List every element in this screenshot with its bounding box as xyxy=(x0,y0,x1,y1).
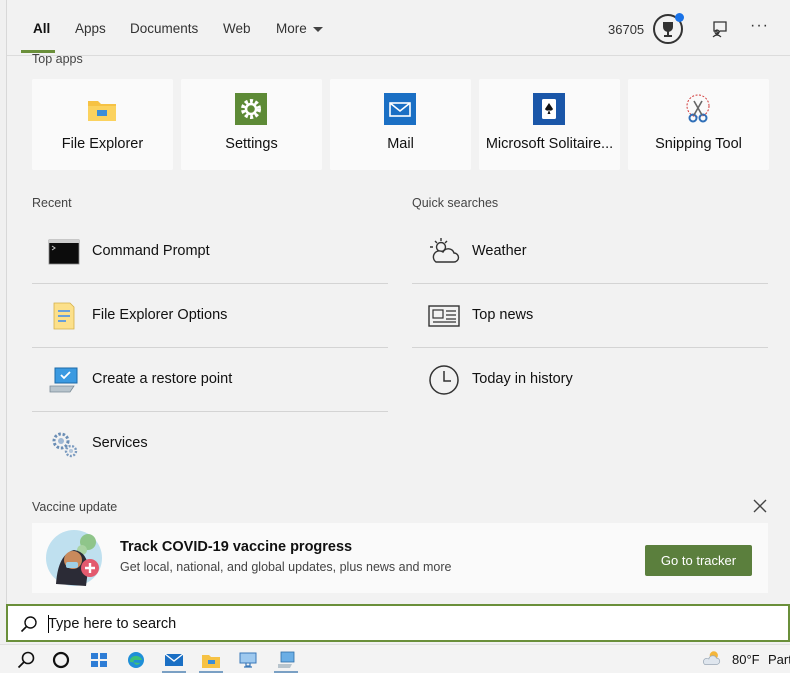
list-label: Weather xyxy=(472,243,527,259)
edge-icon[interactable] xyxy=(126,650,146,670)
quick-search-today-in-history[interactable]: Today in history xyxy=(412,348,768,412)
recent-item-services[interactable]: Services xyxy=(32,412,388,476)
vaccine-update-title: Vaccine update xyxy=(32,500,118,514)
task-view-icon[interactable] xyxy=(89,650,109,670)
list-label: Command Prompt xyxy=(92,243,210,259)
tab-all[interactable]: All xyxy=(33,21,50,36)
app-tile-solitaire[interactable]: Microsoft Solitaire... xyxy=(479,79,620,170)
list-label: Top news xyxy=(472,307,534,323)
vaccine-illustration xyxy=(46,530,102,586)
mail-icon xyxy=(384,93,416,125)
app-label: Snipping Tool xyxy=(655,136,742,152)
close-icon[interactable] xyxy=(752,498,768,514)
search-input[interactable] xyxy=(48,612,748,636)
taskbar: 80°F Part xyxy=(0,644,790,673)
tab-apps[interactable]: Apps xyxy=(75,21,106,36)
list-label: File Explorer Options xyxy=(92,307,228,323)
rewards-points: 36705 xyxy=(608,22,645,37)
notification-dot xyxy=(675,13,684,22)
weather-condition[interactable]: Part xyxy=(768,652,790,667)
search-icon[interactable] xyxy=(16,650,36,670)
recent-item-command-prompt[interactable]: Command Prompt xyxy=(32,220,388,284)
recent-title: Recent xyxy=(32,196,72,210)
quick-searches-title: Quick searches xyxy=(412,196,499,210)
remote-desktop-icon[interactable] xyxy=(238,650,258,670)
list-label: Services xyxy=(92,435,148,451)
feedback-icon[interactable] xyxy=(710,20,728,38)
go-to-tracker-button[interactable]: Go to tracker xyxy=(645,545,752,576)
app-tile-settings[interactable]: Settings xyxy=(181,79,322,170)
scissors-icon xyxy=(686,94,710,123)
chevron-down-icon xyxy=(312,26,323,32)
vaccine-card-title: Track COVID-19 vaccine progress xyxy=(120,539,353,555)
system-restore-icon xyxy=(49,367,78,393)
clock-icon xyxy=(429,365,459,395)
recent-item-file-explorer-options[interactable]: File Explorer Options xyxy=(32,284,388,348)
app-label: Microsoft Solitaire... xyxy=(485,136,614,152)
cards-icon xyxy=(533,93,565,125)
tab-more[interactable]: More xyxy=(276,21,323,36)
search-box[interactable] xyxy=(6,604,790,642)
app-label: Settings xyxy=(225,136,278,152)
search-panel: All Apps Documents Web More 36705 ··· To… xyxy=(6,0,790,604)
folder-options-icon xyxy=(53,302,75,330)
trophy-icon[interactable] xyxy=(653,13,684,44)
app-tile-file-explorer[interactable]: File Explorer xyxy=(32,79,173,170)
app-label: File Explorer xyxy=(61,136,144,152)
recent-item-restore-point[interactable]: Create a restore point xyxy=(32,348,388,412)
weather-temperature[interactable]: 80°F xyxy=(732,652,760,667)
app-tile-mail[interactable]: Mail xyxy=(330,79,471,170)
gear-icon xyxy=(235,93,267,125)
quick-search-top-news[interactable]: Top news xyxy=(412,284,768,348)
mail-icon[interactable] xyxy=(164,650,184,670)
news-icon xyxy=(428,305,460,327)
list-label: Today in history xyxy=(472,371,573,387)
vaccine-card: Track COVID-19 vaccine progress Get loca… xyxy=(32,523,768,593)
quick-search-weather[interactable]: Weather xyxy=(412,220,768,284)
folder-icon xyxy=(88,101,116,121)
app-label: Mail xyxy=(387,136,414,152)
search-icon xyxy=(20,616,37,633)
command-prompt-icon xyxy=(48,239,80,265)
weather-icon xyxy=(430,238,460,263)
tab-web[interactable]: Web xyxy=(223,21,251,36)
search-scope-tabs: All Apps Documents Web More 36705 ··· xyxy=(7,0,790,56)
weather-partly-cloudy-icon[interactable] xyxy=(702,649,722,669)
cortana-icon[interactable] xyxy=(51,650,71,670)
vaccine-card-subtitle: Get local, national, and global updates,… xyxy=(120,560,452,574)
app-tile-snipping-tool[interactable]: Snipping Tool xyxy=(628,79,769,170)
list-label: Create a restore point xyxy=(92,371,233,387)
file-explorer-icon[interactable] xyxy=(201,650,221,670)
tab-documents[interactable]: Documents xyxy=(130,21,198,36)
more-options-icon[interactable]: ··· xyxy=(750,17,769,35)
services-gear-icon xyxy=(52,432,78,458)
system-restore-icon[interactable] xyxy=(276,650,296,670)
tab-more-label: More xyxy=(276,21,307,36)
top-apps-title: Top apps xyxy=(32,52,83,66)
